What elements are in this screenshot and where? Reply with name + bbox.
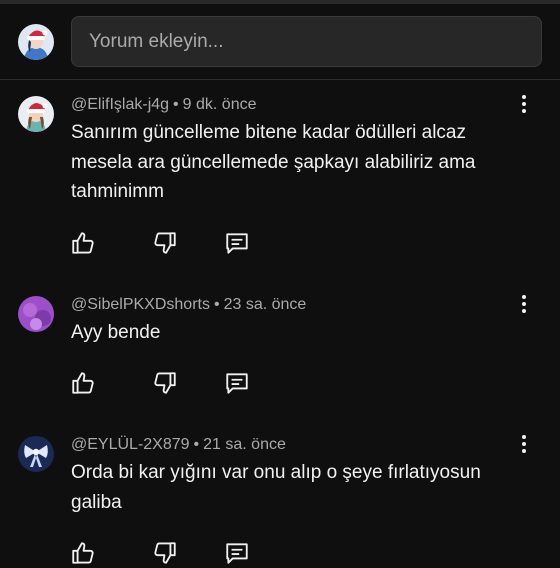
comment-text: Ayy bende [71,318,516,348]
purple-avatar-icon [18,296,54,332]
comment-text-line: Sanırım güncelleme bitene kadar ödülleri… [71,122,466,143]
comment-author[interactable]: @ElifIşlak-j4g [71,96,169,113]
comment-composer [0,4,560,80]
comment-more-button[interactable] [512,292,536,320]
thumb-down-icon [154,542,176,564]
meta-separator: • [173,96,179,113]
meta-separator: • [193,436,200,453]
comment-meta: @SibelPKXDshorts • 23 sa. önce [71,296,306,316]
reply-comment-icon [226,543,248,564]
santa-hat-avatar-icon [18,24,54,60]
reply-button[interactable] [224,370,250,396]
reply-button[interactable] [224,230,250,256]
comment-author-avatar[interactable] [18,296,54,332]
comment-input[interactable] [71,16,542,67]
thumb-down-icon [154,372,176,394]
comment-time[interactable]: 9 dk. önce [183,96,257,113]
comment-meta: @EYLÜL-2X879 • 21 sa. önce [71,436,286,456]
comment-more-button[interactable] [512,432,536,460]
more-vertical-icon [522,435,526,439]
santa-hat-avatar-icon [18,96,54,132]
reply-button[interactable] [224,540,250,566]
bow-avatar-icon [18,436,54,472]
comment-text-line: tahminimm [71,181,164,202]
reply-comment-icon [226,233,248,254]
reply-comment-icon [226,373,248,394]
comment-time[interactable]: 23 sa. önce [224,296,307,313]
more-vertical-icon [522,95,526,99]
comment-text-line: Orda bi kar yığını var onu alıp o şeye f… [71,462,481,483]
comment-text: Orda bi kar yığını var onu alıp o şeye f… [71,458,516,517]
like-button[interactable] [70,370,96,396]
comment-text-line: mesela ara güncellemede şapkayı alabilir… [71,151,476,173]
comment-author[interactable]: @EYLÜL-2X879 [71,436,190,453]
thumb-up-icon [72,372,94,394]
current-user-avatar[interactable] [18,24,54,60]
meta-separator: • [213,296,220,313]
comment-actions [70,230,270,258]
dislike-button[interactable] [152,230,178,256]
thumb-down-icon [154,232,176,254]
comment-text-line: Ayy bende [71,322,161,343]
comment-actions [70,370,270,398]
comment-actions [70,540,270,568]
thumb-up-icon [72,232,94,254]
comment-text: Sanırım güncelleme bitene kadar ödülleri… [71,118,516,207]
comment-author[interactable]: @SibelPKXDshorts [71,296,210,313]
dislike-button[interactable] [152,540,178,566]
dislike-button[interactable] [152,370,178,396]
comment-more-button[interactable] [512,92,536,120]
comment-meta: @ElifIşlak-j4g • 9 dk. önce [71,96,256,116]
more-vertical-icon [522,295,526,299]
comment-time[interactable]: 21 sa. önce [203,436,286,453]
comment-author-avatar[interactable] [18,96,54,132]
comment-author-avatar[interactable] [18,436,54,472]
thumb-up-icon [72,542,94,564]
like-button[interactable] [70,540,96,566]
like-button[interactable] [70,230,96,256]
comment-text-line: galiba [71,491,122,513]
